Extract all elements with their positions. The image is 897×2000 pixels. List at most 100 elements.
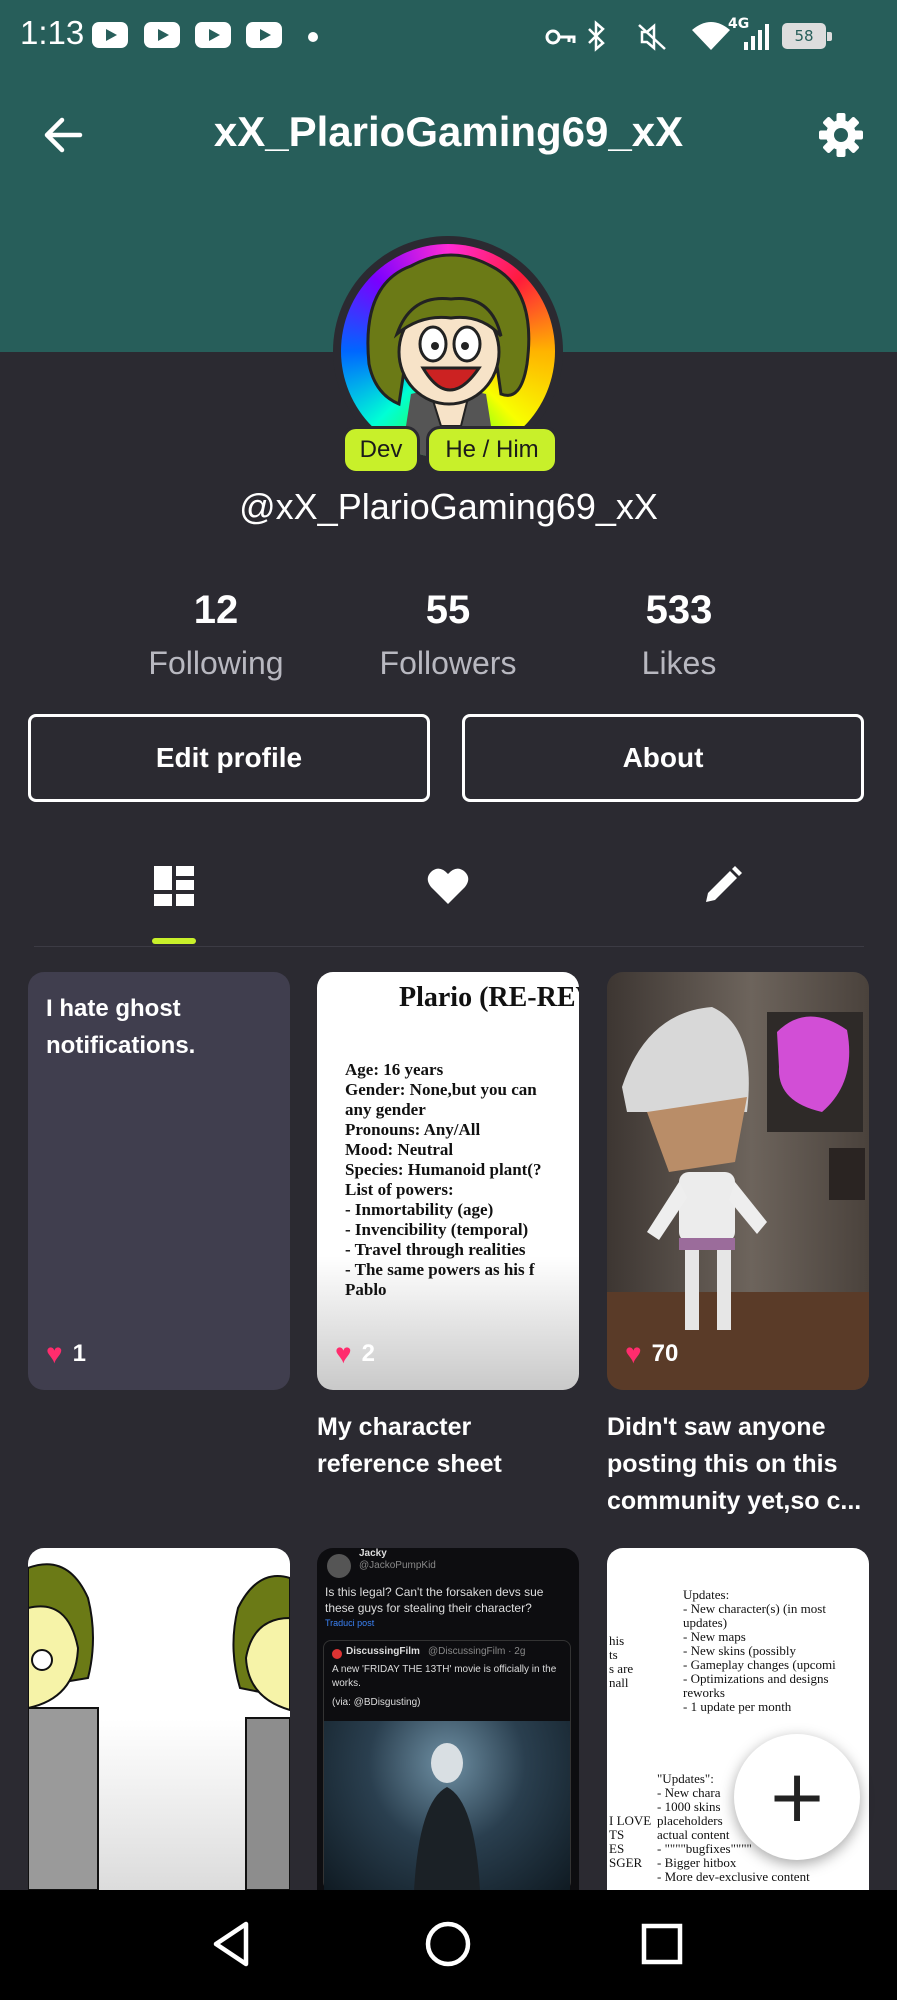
post-card-tweet[interactable]: Jacky @JackoPumpKid Is this legal? Can't… <box>317 1548 579 1890</box>
like-count: 70 <box>651 1340 679 1367</box>
signal-icon <box>744 24 769 50</box>
heart-icon: ♥ <box>335 1338 352 1369</box>
updates-fragment: nall <box>609 1675 629 1690</box>
avatar <box>327 1554 351 1578</box>
ref-line: - The same powers as his f <box>345 1260 535 1279</box>
updates-line: updates) <box>683 1615 728 1630</box>
updates-line: - Optimizations and designs <box>683 1671 829 1686</box>
youtube-notification-icon <box>246 22 282 48</box>
ref-sheet-title: Plario (RE-REV <box>399 982 579 1013</box>
mute-icon <box>638 23 666 51</box>
quoted-text: A new 'FRIDAY THE 13TH' movie is officia… <box>332 1664 557 1689</box>
updates-fragment: TS <box>609 1827 625 1842</box>
stat-label: Followers <box>379 645 517 681</box>
quoted-via: (via: @BDisgusting) <box>332 1697 421 1708</box>
stat-value: 55 <box>425 588 471 632</box>
updates-fragments-2: I LOVE TS ES SGER <box>609 1814 651 1870</box>
active-tab-indicator <box>152 938 196 944</box>
ref-line: Mood: Neutral <box>345 1140 454 1159</box>
ref-line: - Inmortability (age) <box>345 1200 494 1219</box>
heart-icon: ♥ <box>46 1338 63 1369</box>
updates-line: Updates: <box>683 1587 730 1602</box>
updates-line: - New character(s) (in most <box>683 1601 826 1616</box>
tweet-author: Jacky <box>359 1548 387 1559</box>
ref-line: - Invencibility (temporal) <box>345 1220 529 1239</box>
back-arrow-icon[interactable] <box>38 110 88 160</box>
updates-line: - Gameplay changes (upcomi <box>683 1657 836 1672</box>
tab-posts[interactable] <box>74 850 274 946</box>
updates-text: Updates: - New character(s) (in most upd… <box>683 1588 836 1714</box>
pencil-icon <box>706 866 742 902</box>
profile-handle: @xX_PlarioGaming69_xX <box>239 486 658 527</box>
like-count: 1 <box>72 1340 86 1367</box>
post-text: I hate ghost notifications. <box>46 995 196 1059</box>
page-title: xX_PlarioGaming69_xX <box>213 108 684 155</box>
post-likes: ♥ 70 <box>625 1340 678 1368</box>
edit-profile-button[interactable]: Edit profile <box>28 714 430 802</box>
vpn-key-icon <box>545 29 576 45</box>
like-count: 2 <box>361 1340 375 1367</box>
heart-icon: ♥ <box>625 1338 642 1369</box>
updates-fragment: his <box>609 1633 625 1648</box>
ref-line: Pronouns: Any/All <box>345 1120 481 1139</box>
updates-fragments: his ts s are nall <box>609 1634 633 1690</box>
ref-line: - Travel through realities <box>345 1240 526 1259</box>
youtube-notification-icon <box>92 22 128 48</box>
quoted-tweet[interactable]: DiscussingFilm @DiscussingFilm · 2g A ne… <box>323 1640 571 1890</box>
create-post-button[interactable]: + <box>734 1734 860 1860</box>
plus-icon: + <box>766 1754 828 1838</box>
nav-home-icon[interactable] <box>416 1912 480 1976</box>
news-avatar-icon <box>332 1649 342 1659</box>
post-caption[interactable]: My character reference sheet <box>317 1409 587 1483</box>
ref-line: Pablo <box>345 1280 387 1299</box>
status-time: 1:13 <box>20 14 85 51</box>
updates-line: - More dev-exclusive content <box>657 1869 810 1884</box>
stat-likes[interactable]: 533 Likes <box>579 582 779 688</box>
ref-line: Species: Humanoid plant(? <box>345 1160 542 1179</box>
bluetooth-icon <box>588 20 605 52</box>
updates-fragment: SGER <box>609 1855 643 1870</box>
youtube-notification-icon <box>195 22 231 48</box>
stat-followers[interactable]: 55 Followers <box>348 582 548 688</box>
tweet-user: @JackoPumpKid <box>359 1560 436 1571</box>
stat-label: Likes <box>641 645 717 681</box>
post-card-reference[interactable]: Plario (RE-REV Age: 16 years Gender: Non… <box>317 972 579 1390</box>
tab-liked[interactable] <box>348 850 548 946</box>
post-image <box>28 1563 290 1890</box>
system-nav-bar <box>0 1890 897 2000</box>
ref-line: Gender: None,but you can <box>345 1080 537 1099</box>
updates-line: reworks <box>683 1685 725 1700</box>
updates-fragment: ts <box>609 1647 618 1662</box>
post-caption[interactable]: Didn't saw anyone posting this on this c… <box>607 1409 877 1520</box>
battery-icon: 58 <box>782 23 832 49</box>
youtube-notification-icon <box>144 22 180 48</box>
nav-recents-icon[interactable] <box>630 1912 694 1976</box>
nav-back-icon[interactable] <box>202 1912 266 1976</box>
post-image <box>607 1007 869 1390</box>
gear-icon[interactable] <box>818 112 864 158</box>
stat-value: 12 <box>193 588 239 632</box>
ref-line: List of powers: <box>345 1180 454 1199</box>
post-likes: ♥ 2 <box>335 1340 375 1368</box>
updates-line: - 1 update per month <box>683 1699 792 1714</box>
more-notifications-icon <box>308 32 318 42</box>
ref-sheet-text: Age: 16 years Gender: None,but you can a… <box>345 1060 541 1300</box>
about-button[interactable]: About <box>462 714 864 802</box>
post-card-image[interactable]: ♥ 70 <box>607 972 869 1390</box>
updates-line: - New maps <box>683 1629 746 1644</box>
heart-icon <box>427 868 469 904</box>
stat-following[interactable]: 12 Following <box>116 582 316 688</box>
post-card-text[interactable]: I hate ghost notifications. ♥ 1 <box>28 972 290 1390</box>
ref-line: any gender <box>345 1100 426 1119</box>
tab-drafts[interactable] <box>622 850 822 946</box>
pronouns-badge: He / Him <box>426 426 558 474</box>
profile-tabs <box>34 850 864 947</box>
status-bar: 1:13 4G 58 <box>0 0 897 74</box>
tweet-text: Is this legal? Can't the forsaken devs s… <box>325 1585 544 1615</box>
translate-link[interactable]: Traduci post <box>325 1618 374 1628</box>
dev-badge: Dev <box>342 426 420 474</box>
post-card-comic[interactable] <box>28 1548 290 1890</box>
movie-poster-image <box>324 1721 570 1890</box>
updates-line: - New skins (possibly <box>683 1643 797 1658</box>
stat-value: 533 <box>645 588 713 632</box>
